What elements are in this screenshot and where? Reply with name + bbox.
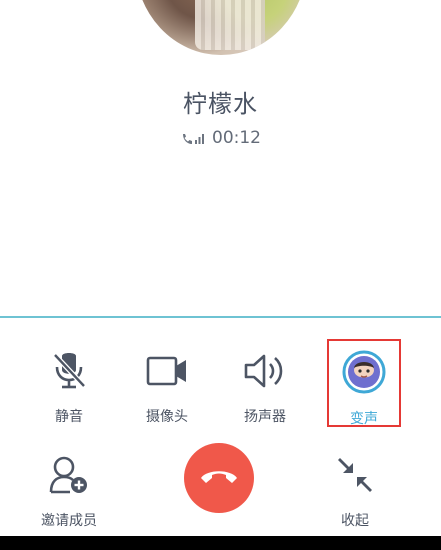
mute-button[interactable]: 静音 <box>27 336 111 426</box>
call-duration: 00:12 <box>212 128 261 148</box>
highlight-box <box>327 339 401 427</box>
camera-label: 摄像头 <box>146 409 188 425</box>
call-signal-icon <box>180 130 206 146</box>
speaker-label: 扬声器 <box>244 409 286 425</box>
avatar-photo-detail <box>195 0 265 50</box>
collapse-label: 收起 <box>341 513 369 529</box>
call-status: 00:12 <box>0 128 441 148</box>
collapse-icon <box>333 454 377 496</box>
hangup-icon <box>199 466 239 490</box>
invite-member-label: 邀请成员 <box>41 513 97 529</box>
contact-name: 柠檬水 <box>183 90 258 118</box>
speaker-icon <box>243 350 287 392</box>
divider <box>0 316 441 318</box>
invite-member-button[interactable]: 邀请成员 <box>27 440 111 530</box>
camera-icon <box>145 350 189 392</box>
camera-button[interactable]: 摄像头 <box>125 336 209 426</box>
mute-label: 静音 <box>55 409 83 425</box>
system-nav-bar <box>0 536 441 550</box>
collapse-button[interactable]: 收起 <box>313 440 397 530</box>
speaker-button[interactable]: 扬声器 <box>223 336 307 426</box>
contact-avatar <box>135 0 307 55</box>
hangup-button[interactable] <box>184 443 254 513</box>
mic-off-icon <box>47 350 91 392</box>
add-user-icon <box>47 454 91 496</box>
